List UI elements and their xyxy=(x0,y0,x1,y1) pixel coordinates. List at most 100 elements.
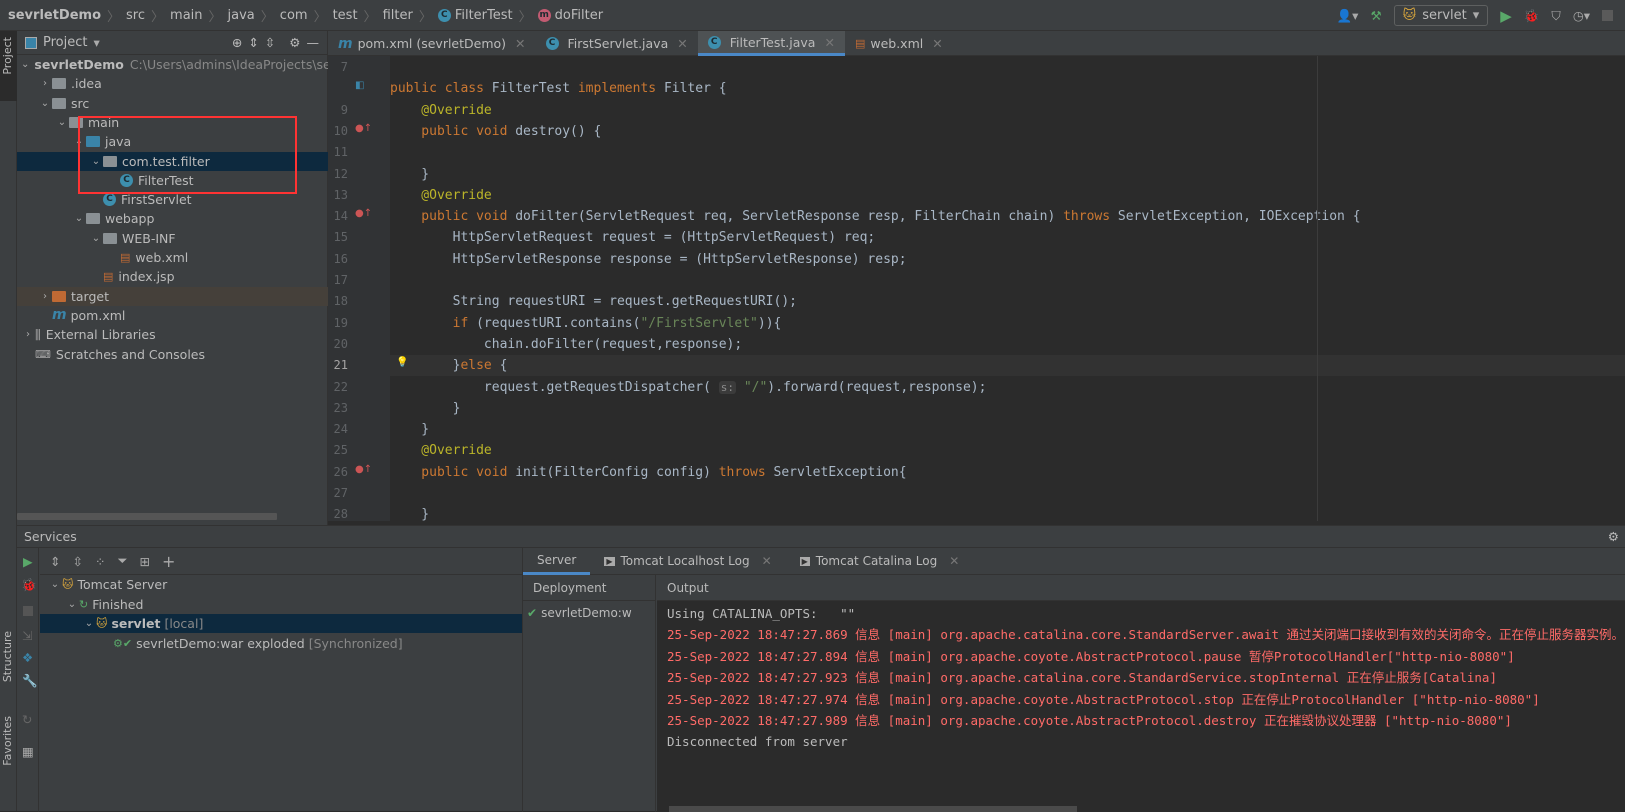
console-output[interactable]: Using CATALINA_OPTS: "" 25-Sep-2022 18:47… xyxy=(657,601,1625,812)
class-gutter-icon[interactable]: ◧ xyxy=(355,80,364,91)
editor-tab[interactable]: C FirstServlet.java ✕ xyxy=(536,31,698,56)
services-tab[interactable]: ▶ Tomcat Catalina Log ✕ xyxy=(786,548,974,575)
breadcrumb-item[interactable]: com xyxy=(280,8,308,23)
coverage-icon[interactable]: ⛉ xyxy=(1551,8,1560,24)
chevron-right-icon[interactable]: › xyxy=(38,291,52,302)
close-icon[interactable]: ✕ xyxy=(932,36,942,51)
jsp-file-icon: ▤ xyxy=(103,270,114,284)
run-icon[interactable]: ▶ xyxy=(23,554,33,569)
editor-tab[interactable]: C FilterTest.java ✕ xyxy=(697,31,845,56)
project-tree-item[interactable]: ⌄ webapp xyxy=(17,209,328,228)
chevron-right-icon[interactable]: › xyxy=(38,78,52,89)
horizontal-scrollbar[interactable] xyxy=(17,513,277,520)
debug-icon[interactable]: 🐞 xyxy=(21,577,37,593)
code-token: } xyxy=(390,422,430,438)
stop-icon[interactable] xyxy=(23,606,33,616)
locate-icon[interactable]: ⊕ xyxy=(232,35,242,50)
minimize-icon[interactable]: — xyxy=(307,35,320,50)
chevron-down-icon[interactable]: ⌄ xyxy=(72,213,86,224)
build-hammer-icon[interactable]: ⚒ xyxy=(1370,8,1381,23)
chevron-right-icon[interactable]: › xyxy=(21,329,35,340)
override-icon[interactable]: ●↑ xyxy=(355,464,372,475)
structure-tool-button[interactable]: Structure xyxy=(1,631,14,682)
chevron-down-icon[interactable]: ⌄ xyxy=(65,599,79,610)
tab-label: Tomcat Localhost Log xyxy=(620,554,750,568)
service-tree-item[interactable]: ⌄ ↻ Finished xyxy=(40,595,522,614)
wrench-icon[interactable]: 🔧 xyxy=(22,673,38,689)
close-icon[interactable]: ✕ xyxy=(677,36,687,51)
layout-icon[interactable]: ▦ xyxy=(22,744,34,759)
service-tree-item[interactable]: ⌄ 🐱 servlet [local] xyxy=(40,614,522,633)
override-icon[interactable]: ●↑ xyxy=(355,123,372,134)
add-icon[interactable]: + xyxy=(162,552,175,571)
breadcrumb-item[interactable]: FilterTest xyxy=(455,8,513,23)
project-tree-item[interactable]: ▤ web.xml xyxy=(17,248,328,267)
user-icon[interactable]: 👤▾ xyxy=(1337,8,1359,24)
stop-icon[interactable] xyxy=(1602,10,1613,21)
services-tab[interactable]: Server xyxy=(523,547,591,575)
project-tree-item[interactable]: ⌄ sevrletDemo C:\Users\admins\IdeaProjects… xyxy=(17,55,397,74)
gear-icon[interactable]: ⚙ xyxy=(289,35,300,50)
close-icon[interactable]: ✕ xyxy=(949,554,959,568)
refresh-icon[interactable]: ↻ xyxy=(22,712,32,727)
project-tool-button[interactable]: Project xyxy=(1,37,14,75)
editor-tab[interactable]: ▤ web.xml ✕ xyxy=(845,31,953,56)
breadcrumb-item[interactable]: doFilter xyxy=(555,8,603,23)
project-tree-item[interactable]: ▤ index.jsp xyxy=(17,267,328,286)
project-tree-item[interactable]: › .idea xyxy=(17,74,328,93)
breadcrumb-item[interactable]: src xyxy=(126,8,145,23)
run-icon[interactable]: ▶ xyxy=(1500,7,1512,25)
code-line: public void doFilter(ServletRequest req,… xyxy=(390,206,1360,227)
project-tree-item[interactable]: ⌨ Scratches and Consoles xyxy=(17,345,328,364)
collapse-all-icon[interactable]: ⇳ xyxy=(72,554,82,569)
services-tab[interactable]: ▶ Tomcat Localhost Log ✕ xyxy=(590,548,785,575)
project-tree-item[interactable]: › target xyxy=(17,286,328,306)
editor-tab[interactable]: m pom.xml (sevrletDemo) ✕ xyxy=(328,31,536,56)
override-icon[interactable]: ●↑ xyxy=(355,208,372,219)
chevron-down-icon[interactable]: ⌄ xyxy=(55,117,69,128)
deploy-icon[interactable]: ⇲ xyxy=(22,628,32,643)
chevron-down-icon[interactable]: ⌄ xyxy=(21,59,29,70)
breadcrumb-item[interactable]: filter xyxy=(383,8,413,23)
project-view-select[interactable]: Project xyxy=(43,35,87,50)
breadcrumb-item[interactable]: java xyxy=(228,8,255,23)
code-token: FilterTest xyxy=(491,81,578,97)
expand-all-icon[interactable]: ⇕ xyxy=(248,35,258,50)
new-tab-icon[interactable]: ⊞ xyxy=(139,554,149,569)
breadcrumb-item[interactable]: sevrletDemo xyxy=(8,8,101,23)
tree-item-label: src xyxy=(71,95,90,111)
bulb-icon[interactable]: 💡 xyxy=(396,357,408,368)
chevron-down-icon[interactable]: ⌄ xyxy=(38,98,52,109)
breadcrumb-item[interactable]: test xyxy=(333,8,358,23)
services-icon[interactable]: ❖ xyxy=(22,650,33,665)
deployment-item[interactable]: ✔ sevrletDemo:w xyxy=(523,601,655,625)
close-icon[interactable]: ✕ xyxy=(762,554,772,568)
code-token: public class xyxy=(390,81,492,97)
chevron-down-icon[interactable]: ▾ xyxy=(93,35,99,50)
service-tree-item[interactable]: ⚙✔ sevrletDemo:war exploded [Synchronized] xyxy=(40,634,522,653)
close-icon[interactable]: ✕ xyxy=(515,36,525,51)
run-configuration-select[interactable]: 🐱 servlet ▾ xyxy=(1393,5,1489,26)
debug-icon[interactable]: 🐞 xyxy=(1524,8,1540,24)
filter-icon[interactable]: ⏷ xyxy=(117,553,127,569)
project-tree-item[interactable]: ⌄ WEB-INF xyxy=(17,229,328,248)
chevron-down-icon[interactable]: ⌄ xyxy=(48,579,62,590)
chevron-down-icon[interactable]: ⌄ xyxy=(89,233,103,244)
project-tree-item[interactable]: ⌄ src xyxy=(17,94,328,113)
line-number: 20 xyxy=(333,336,348,351)
collapse-all-icon[interactable]: ⇳ xyxy=(265,35,275,50)
favorites-tool-button[interactable]: Favorites xyxy=(1,716,14,766)
expand-all-icon[interactable]: ⇕ xyxy=(50,554,60,569)
code-editor[interactable]: public class FilterTest implements Filte… xyxy=(390,56,1625,522)
project-tree-item[interactable]: m pom.xml xyxy=(17,306,328,325)
service-tree-item[interactable]: ⌄ 🐱 Tomcat Server xyxy=(40,575,522,594)
breadcrumb-item[interactable]: main xyxy=(170,8,202,23)
chevron-down-icon[interactable]: ⌄ xyxy=(82,618,96,629)
close-icon[interactable]: ✕ xyxy=(824,35,834,50)
console-icon: ▶ xyxy=(799,556,810,566)
gear-icon[interactable]: ⚙ xyxy=(1608,529,1619,544)
profile-icon[interactable]: ◷▾ xyxy=(1573,8,1590,23)
project-tree-item[interactable]: › ⫼ External Libraries xyxy=(17,325,328,344)
group-icon[interactable]: ⁘ xyxy=(95,554,105,569)
console-horizontal-scrollbar[interactable] xyxy=(669,806,1077,812)
